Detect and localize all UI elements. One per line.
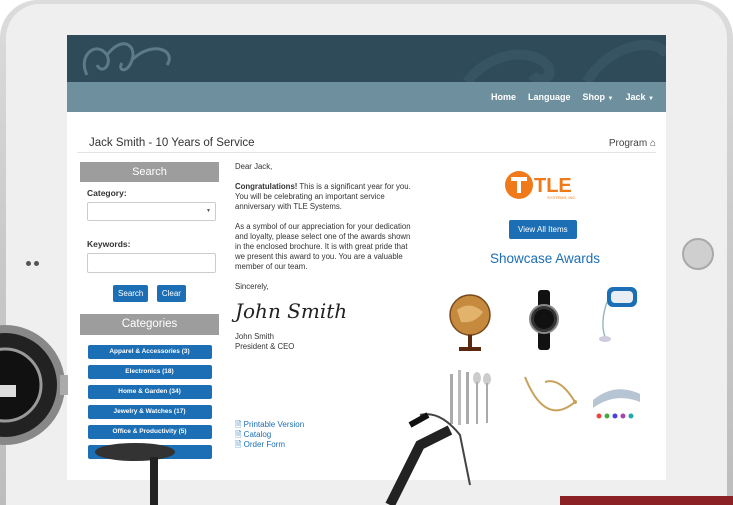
- home-icon: ⌂: [649, 137, 656, 149]
- nav-shop-label: Shop: [582, 92, 606, 102]
- caret-down-icon: ▼: [648, 96, 654, 102]
- nav-home-link[interactable]: Home: [491, 92, 516, 102]
- category-select[interactable]: ▼: [87, 202, 216, 221]
- search-heading: Search: [80, 162, 219, 182]
- banner-swirl-decoration: [82, 39, 666, 82]
- clear-button[interactable]: Clear: [156, 285, 186, 302]
- nav-shop-dropdown[interactable]: Shop ▼: [583, 92, 614, 102]
- logo-text: TLE: [534, 175, 572, 197]
- signer-name: John Smith: [235, 332, 275, 341]
- top-navbar: Home Language Shop ▼ Jack ▼: [67, 82, 666, 112]
- tablet-camera-icon: [26, 253, 44, 266]
- speaker-award-image[interactable]: [599, 287, 637, 342]
- showcase-heading: Showcase Awards: [489, 251, 601, 266]
- title-bar: Jack Smith - 10 Years of Service Program…: [77, 134, 656, 153]
- welcome-letter: Dear Jack, Congratulations! This is a si…: [235, 162, 413, 352]
- program-link[interactable]: Program ⌂: [609, 138, 656, 149]
- tablet-home-button[interactable]: [682, 238, 714, 270]
- keywords-input[interactable]: [87, 253, 216, 273]
- nav-language-link[interactable]: Language: [528, 92, 571, 102]
- category-label: Category:: [87, 188, 127, 198]
- keywords-label: Keywords:: [87, 239, 131, 249]
- chevron-down-icon: ▼: [206, 208, 211, 214]
- signature-image: John Smith: [235, 299, 348, 323]
- wristwatch-overlay-image: [0, 325, 68, 445]
- search-button[interactable]: Search: [113, 285, 149, 302]
- nav-user-label: Jack: [625, 92, 646, 102]
- signer-title: President & CEO: [235, 342, 295, 351]
- nav-user-dropdown[interactable]: Jack ▼: [626, 92, 655, 102]
- globe-award-image[interactable]: [449, 294, 491, 351]
- bracelet-award-image[interactable]: [593, 389, 640, 419]
- category-item-apparel[interactable]: Apparel & Accessories (3): [87, 345, 212, 359]
- letter-closing: Sincerely,: [235, 282, 269, 291]
- category-item-electronics[interactable]: Electronics (18): [87, 365, 212, 379]
- wristwatch-award-image[interactable]: [529, 290, 559, 350]
- program-label: Program: [608, 137, 648, 149]
- tle-logo-mark: TLE SYSTEMS, INC.: [505, 171, 576, 200]
- page-title: Jack Smith - 10 Years of Service: [89, 137, 255, 149]
- view-all-items-button[interactable]: View All Items: [509, 220, 577, 239]
- category-item-home-garden[interactable]: Home & Garden (34): [87, 385, 212, 399]
- letter-congrats: Congratulations!: [235, 182, 298, 191]
- categories-heading: Categories: [80, 314, 219, 335]
- tle-logo: TLE SYSTEMS, INC.: [503, 167, 583, 208]
- decorative-red-strip: [560, 496, 733, 505]
- caret-down-icon: ▼: [607, 96, 614, 102]
- letter-greeting: Dear Jack,: [235, 162, 273, 171]
- letter-paragraph-2: As a symbol of our appreciation for your…: [235, 222, 411, 271]
- bicycle-overlay-image: [95, 412, 471, 505]
- site-banner: [67, 35, 666, 82]
- letter-paragraph-1: Congratulations! This is a significant y…: [235, 182, 413, 212]
- logo-subtext: SYSTEMS, INC.: [547, 195, 576, 200]
- search-actions: Search Clear: [80, 283, 219, 302]
- necklace-award-image[interactable]: [524, 376, 577, 412]
